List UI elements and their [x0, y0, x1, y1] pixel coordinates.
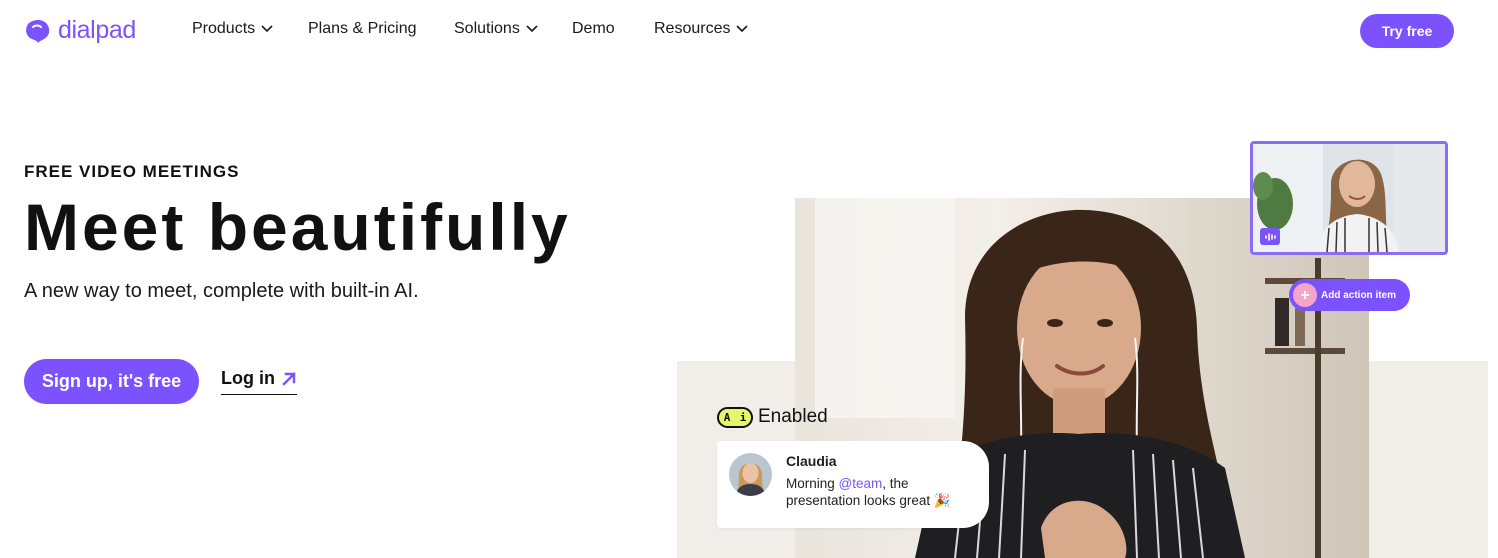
arrow-up-right-icon — [282, 372, 296, 386]
logo-wordmark: dialpad — [58, 16, 136, 44]
ai-badge-icon: A i — [717, 406, 753, 428]
hero-subtitle: A new way to meet, complete with built-i… — [24, 280, 419, 302]
hero-title: Meet beautifully — [24, 190, 571, 264]
audio-wave-icon — [1260, 228, 1280, 245]
nav-plans-pricing-label: Plans & Pricing — [308, 20, 417, 37]
nav-products-label: Products — [192, 20, 256, 37]
log-in-link[interactable]: Log in — [221, 366, 297, 395]
ai-status-label: Enabled — [758, 406, 828, 427]
participant-video-tile[interactable] — [1250, 141, 1448, 255]
add-action-item-label: Add action item — [1321, 289, 1397, 301]
try-free-button[interactable]: Try free — [1360, 14, 1454, 48]
dialpad-logo-icon — [26, 19, 50, 43]
ai-enabled-indicator: A i Enabled — [717, 406, 828, 428]
add-action-item-button[interactable]: Add action item — [1289, 279, 1410, 311]
nav-products[interactable]: Products — [192, 20, 273, 38]
chevron-down-icon — [261, 25, 273, 33]
chat-message-card: Claudia Morning @team, the presentation … — [717, 441, 989, 528]
chat-message-start: Morning — [786, 476, 839, 491]
team-mention[interactable]: @team — [839, 476, 883, 491]
hero-eyebrow: FREE VIDEO MEETINGS — [24, 162, 240, 181]
nav-demo-label: Demo — [572, 20, 615, 37]
nav-resources[interactable]: Resources — [654, 20, 749, 38]
chevron-down-icon — [526, 25, 538, 33]
ai-badge-left: A — [723, 410, 731, 424]
nav-demo[interactable]: Demo — [572, 20, 615, 38]
sign-up-button[interactable]: Sign up, it's free — [24, 359, 199, 404]
log-in-label: Log in — [221, 368, 275, 388]
nav-solutions-label: Solutions — [454, 20, 520, 37]
chat-message-text: Morning @team, the presentation looks gr… — [786, 475, 976, 509]
avatar — [729, 453, 772, 496]
dialpad-logo[interactable]: dialpad — [24, 16, 136, 45]
top-navigation: dialpad Products Plans & Pricing Solutio… — [0, 0, 1488, 60]
nav-resources-label: Resources — [654, 20, 731, 37]
chat-sender-name: Claudia — [786, 453, 837, 469]
plus-icon — [1293, 283, 1317, 307]
nav-solutions[interactable]: Solutions — [454, 20, 538, 38]
chevron-down-icon — [736, 25, 749, 33]
ai-badge-right: i — [739, 410, 747, 424]
nav-plans-pricing[interactable]: Plans & Pricing — [308, 20, 417, 38]
